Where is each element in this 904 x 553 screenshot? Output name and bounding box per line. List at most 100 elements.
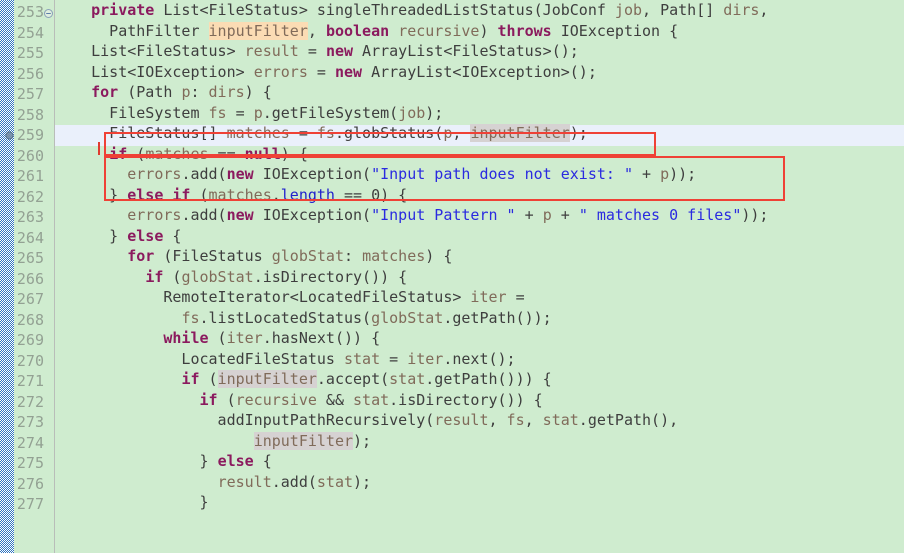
code-token: == [334,185,372,204]
code-token: .getPath(), [578,411,679,429]
code-line-261[interactable]: errors.add(new IOException("Input path d… [55,164,904,185]
code-line-272[interactable]: if (recursive && stat.isDirectory()) { [55,390,904,411]
code-token: if [181,370,200,388]
code-token: inputFilter [470,124,570,142]
code-token: , [488,411,507,429]
code-line-254[interactable]: PathFilter inputFilter, boolean recursiv… [55,21,904,42]
code-token: , Path[] [642,1,724,19]
code-token: IOException { [551,21,679,40]
code-token: errors [127,206,182,224]
code-token: globStat [371,308,444,327]
code-token: . [271,185,281,204]
code-token: " matches 0 files" [578,206,742,224]
code-line-267[interactable]: RemoteIterator<LocatedFileStatus> iter = [55,287,904,308]
code-line-271[interactable]: if (inputFilter.accept(stat.getPath())) … [55,369,904,390]
code-line-266[interactable]: if (globStat.isDirectory()) { [55,267,904,288]
code-token: ( [208,329,227,347]
code-token: recursive [235,390,317,409]
code-token: for [127,247,155,265]
caret-tick-marker [98,142,100,155]
code-token: } [55,493,209,511]
code-token: iter [407,349,444,368]
code-line-265[interactable]: for (FileStatus globStat: matches) { [55,246,904,267]
code-token: , [524,411,543,429]
code-line-268[interactable]: fs.listLocatedStatus(globStat.getPath())… [55,308,904,329]
code-token: .isDirectory()) { [389,390,543,409]
code-line-273[interactable]: addInputPathRecursively(result, fs, stat… [55,410,904,431]
code-token: : [344,247,363,265]
code-token: .globStatus( [334,124,444,142]
code-token: .add( [271,472,317,491]
code-token: ( [190,185,209,204]
code-line-263[interactable]: errors.add(new IOException("Input Patter… [55,205,904,226]
code-token: { [253,452,272,470]
code-token: 0 [371,185,381,204]
code-token: , [452,124,471,142]
code-token: FileSystem [55,103,209,122]
code-token: ( [199,370,218,388]
code-line-260[interactable]: if (matches == null) { [55,144,904,165]
code-token: ( [217,390,236,409]
code-token: .getFileSystem( [262,103,399,122]
code-token: while [163,329,209,347]
code-line-262[interactable]: } else if (matches.length == 0) { [55,185,904,206]
code-token: matches [208,185,272,204]
code-token: errors [253,62,308,81]
code-token: (Path [118,83,182,101]
code-token: iter [470,288,507,306]
code-line-258[interactable]: FileSystem fs = p.getFileSystem(job); [55,103,904,124]
code-token: .accept( [316,370,390,388]
code-token: inputFilter [253,431,354,450]
code-token: ); [569,124,588,142]
code-line-269[interactable]: while (iter.hasNext()) { [55,328,904,349]
code-token: ) { [280,144,308,163]
code-token: PathFilter [55,21,209,40]
code-token: globStat [271,247,344,265]
code-token: IOException( [253,206,372,224]
code-line-270[interactable]: LocatedFileStatus stat = iter.next(); [55,349,904,370]
code-line-253[interactable]: private List<FileStatus> singleThreadedL… [55,0,904,21]
code-line-275[interactable]: } else { [55,451,904,472]
code-line-255[interactable]: List<FileStatus> result = new ArrayList<… [55,41,904,62]
code-token: + [633,165,661,183]
code-line-259[interactable]: FileStatus[] matches = fs.globStatus(p, … [55,123,904,144]
code-line-277[interactable]: } [55,492,904,513]
code-token: "Input Pattern " [371,206,516,224]
code-token: ( [127,144,146,163]
code-token: stat [353,390,390,409]
code-token: p [253,103,263,122]
code-token: fs [316,124,335,142]
code-token: = [380,349,408,368]
code-token: else [217,452,254,470]
code-line-276[interactable]: result.add(stat); [55,472,904,493]
code-token: .add( [181,206,227,224]
code-editor[interactable]: private List<FileStatus> singleThreadedL… [0,0,904,553]
collapse-minus-icon[interactable] [42,2,54,23]
code-token: .add( [181,165,227,183]
code-token: private [91,1,155,19]
code-text-area[interactable]: private List<FileStatus> singleThreadedL… [55,0,904,553]
code-token: + [551,206,579,224]
breakpoint-dot-icon[interactable] [3,125,15,146]
code-token: ); [353,431,372,450]
code-line-257[interactable]: for (Path p: dirs) { [55,82,904,103]
code-token: new [226,206,254,224]
code-token: ArrayList<IOException>(); [362,62,597,81]
code-token: )); [741,206,769,224]
code-line-256[interactable]: List<IOException> errors = new ArrayList… [55,62,904,83]
code-token: p [660,165,670,183]
code-token: RemoteIterator<LocatedFileStatus> [55,288,471,306]
code-line-264[interactable]: } else { [55,226,904,247]
code-token: result [217,472,272,491]
code-token: globStat [181,267,254,286]
code-line-274[interactable]: inputFilter); [55,431,904,452]
change-bar[interactable] [0,0,14,553]
code-token: } [55,226,128,245]
